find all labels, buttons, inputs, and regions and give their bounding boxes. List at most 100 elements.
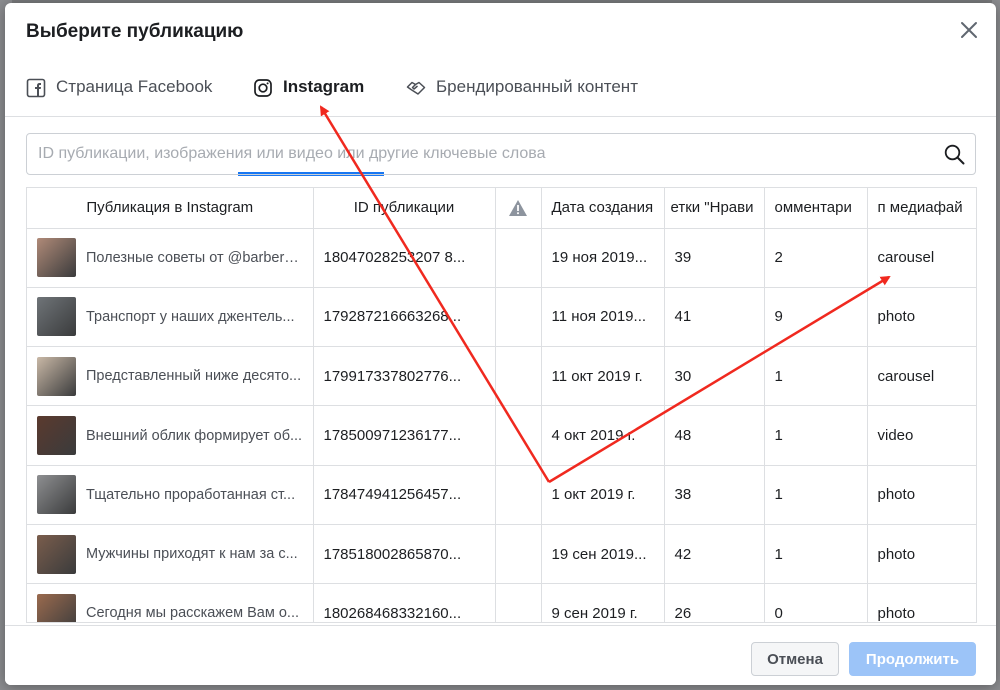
- tab-label: Instagram: [283, 77, 365, 96]
- tab-branded-content[interactable]: Брендированный контент: [406, 75, 638, 117]
- comments-cell: 1: [764, 524, 868, 585]
- post-cell: Транспорт у наших джентель...: [27, 287, 314, 348]
- column-header-post-id[interactable]: ID публикации: [313, 188, 496, 229]
- post-caption: Представленный ниже десято...: [86, 368, 302, 385]
- comments-cell: 1: [764, 465, 868, 525]
- instagram-icon: [254, 79, 272, 97]
- post-thumbnail: [37, 238, 76, 278]
- comments-cell: 1: [764, 405, 868, 466]
- facebook-icon: [26, 78, 46, 98]
- media-type-cell: photo: [867, 583, 976, 622]
- search-icon[interactable]: [944, 144, 965, 165]
- close-icon[interactable]: [958, 19, 980, 41]
- post-caption: Транспорт у наших джентель...: [86, 308, 295, 325]
- post-thumbnail: [37, 297, 76, 337]
- likes-cell: 26: [664, 583, 765, 622]
- post-cell: Полезные советы от @barber_...: [27, 228, 314, 288]
- comments-cell: 9: [764, 287, 868, 348]
- column-header-media-type[interactable]: п медиафай: [867, 188, 976, 229]
- cancel-button[interactable]: Отмена: [751, 642, 839, 676]
- table-row[interactable]: Транспорт у наших джентель... 1792872166…: [27, 287, 976, 348]
- media-type-cell: carousel: [867, 346, 976, 407]
- comments-cell: 2: [764, 228, 868, 288]
- table-row[interactable]: Представленный ниже десято... 1799173378…: [27, 346, 976, 407]
- post-thumbnail: [37, 534, 76, 574]
- handshake-icon: [406, 81, 426, 95]
- created-date-cell: 9 сен 2019 г.: [541, 583, 665, 622]
- post-cell: Мужчины приходят к нам за с...: [27, 524, 314, 585]
- dialog-title: Выберите публикацию: [26, 21, 244, 42]
- post-thumbnail: [37, 593, 76, 622]
- post-cell: Внешний облик формирует об...: [27, 405, 314, 466]
- post-id-cell: 178500971236177...: [313, 405, 496, 466]
- select-post-dialog: Выберите публикацию Страница Facebook In…: [5, 3, 996, 685]
- table-row[interactable]: Мужчины приходят к нам за с... 178518002…: [27, 524, 976, 585]
- warning-cell: [495, 524, 542, 585]
- comments-cell: 1: [764, 346, 868, 407]
- continue-button[interactable]: Продолжить: [849, 642, 976, 676]
- search-box: [26, 133, 976, 175]
- post-caption: Сегодня мы расскажем Вам о...: [86, 605, 300, 622]
- media-type-cell: photo: [867, 287, 976, 348]
- table-row[interactable]: Полезные советы от @barber_... 180470282…: [27, 228, 976, 288]
- column-header-warning[interactable]: [495, 188, 542, 229]
- comments-cell: 0: [764, 583, 868, 622]
- created-date-cell: 11 ноя 2019...: [541, 287, 665, 348]
- warning-cell: [495, 287, 542, 348]
- post-cell: Сегодня мы расскажем Вам о...: [27, 583, 314, 622]
- column-header-created-date[interactable]: Дата создания: [541, 188, 665, 229]
- media-type-cell: carousel: [867, 228, 976, 288]
- tab-facebook-page[interactable]: Страница Facebook: [26, 75, 212, 117]
- post-id-cell: 180268468332160...: [313, 583, 496, 622]
- post-id-cell: 179917337802776...: [313, 346, 496, 407]
- post-caption: Тщательно проработанная ст...: [86, 486, 296, 503]
- post-thumbnail: [37, 416, 76, 456]
- post-id-cell: 178474941256457...: [313, 465, 496, 525]
- tab-label: Брендированный контент: [436, 77, 638, 96]
- post-thumbnail: [37, 356, 76, 396]
- likes-cell: 39: [664, 228, 765, 288]
- likes-cell: 42: [664, 524, 765, 585]
- dialog-footer: Отмена Продолжить: [5, 625, 996, 685]
- warning-cell: [495, 346, 542, 407]
- post-cell: Тщательно проработанная ст...: [27, 465, 314, 525]
- likes-cell: 38: [664, 465, 765, 525]
- media-type-cell: photo: [867, 465, 976, 525]
- post-id-cell: 178518002865870...: [313, 524, 496, 585]
- post-caption: Мужчины приходят к нам за с...: [86, 546, 298, 563]
- warning-cell: [495, 228, 542, 288]
- posts-table: Публикация в Instagram ID публикации Дат…: [26, 187, 977, 623]
- source-tabs: Страница Facebook Instagram Брендированн…: [5, 63, 996, 176]
- search-input[interactable]: [27, 134, 927, 174]
- column-header-comments[interactable]: омментари: [764, 188, 868, 229]
- column-header-likes[interactable]: етки "Нрави: [664, 188, 765, 229]
- column-header-post[interactable]: Публикация в Instagram: [27, 188, 314, 229]
- media-type-cell: photo: [867, 524, 976, 585]
- tab-instagram[interactable]: Instagram: [253, 75, 364, 117]
- post-caption: Полезные советы от @barber_...: [86, 249, 303, 266]
- post-id-cell: 18047028253207 8...: [313, 228, 496, 288]
- created-date-cell: 19 сен 2019...: [541, 524, 665, 585]
- created-date-cell: 11 окт 2019 г.: [541, 346, 665, 407]
- table-header-row: Публикация в Instagram ID публикации Дат…: [27, 188, 976, 229]
- warning-cell: [495, 405, 542, 466]
- created-date-cell: 19 ноя 2019...: [541, 228, 665, 288]
- post-cell: Представленный ниже десято...: [27, 346, 314, 407]
- table-row[interactable]: Внешний облик формирует об... 1785009712…: [27, 405, 976, 466]
- post-thumbnail: [37, 475, 76, 515]
- warning-cell: [495, 583, 542, 622]
- created-date-cell: 4 окт 2019 г.: [541, 405, 665, 466]
- created-date-cell: 1 окт 2019 г.: [541, 465, 665, 525]
- tab-label: Страница Facebook: [56, 77, 213, 96]
- warning-icon: [509, 199, 527, 216]
- media-type-cell: video: [867, 405, 976, 466]
- table-row[interactable]: Сегодня мы расскажем Вам о... 1802684683…: [27, 583, 976, 622]
- likes-cell: 41: [664, 287, 765, 348]
- warning-cell: [495, 465, 542, 525]
- table-row[interactable]: Тщательно проработанная ст... 1784749412…: [27, 465, 976, 525]
- dialog-header: Выберите публикацию: [5, 3, 996, 59]
- post-id-cell: 179287216663268...: [313, 287, 496, 348]
- likes-cell: 30: [664, 346, 765, 407]
- likes-cell: 48: [664, 405, 765, 466]
- post-caption: Внешний облик формирует об...: [86, 427, 303, 444]
